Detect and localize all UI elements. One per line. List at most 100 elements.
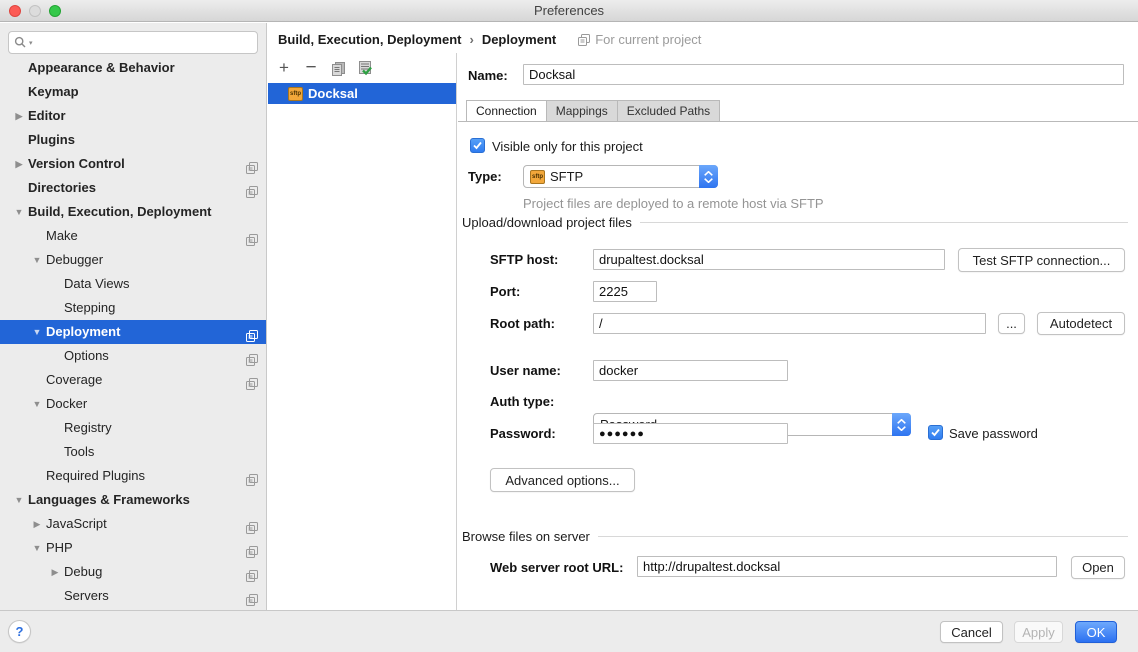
password-label: Password: (490, 426, 556, 441)
server-item-label: Docksal (308, 86, 358, 101)
sidebar-item-label: Deployment (46, 324, 120, 339)
server-list-item-docksal[interactable]: sftp Docksal (268, 83, 456, 104)
sidebar-item-deployment[interactable]: ▼Deployment (0, 320, 266, 344)
sidebar-item-stepping[interactable]: Stepping (0, 296, 266, 320)
sidebar-item-options[interactable]: Options (0, 344, 266, 368)
root-path-input[interactable] (593, 313, 986, 334)
sftp-host-input[interactable] (593, 249, 945, 270)
use-as-default-icon[interactable] (356, 59, 374, 77)
scope-label: For current project (595, 32, 701, 47)
preferences-window: Preferences ▾ Appearance & Behavior Keyma… (0, 0, 1138, 652)
tree-collapse-icon[interactable]: ▼ (10, 200, 28, 224)
tree-expand-icon[interactable]: ▶ (28, 512, 46, 536)
breadcrumb: Build, Execution, Deployment › Deploymen… (278, 32, 701, 47)
sidebar-item-version-control[interactable]: ▶Version Control (0, 152, 266, 176)
settings-tree: Appearance & Behavior Keymap ▶Editor Plugin… (0, 56, 266, 610)
sidebar-item-label: Debugger (46, 252, 103, 267)
apply-button[interactable]: Apply (1014, 621, 1063, 643)
port-label: Port: (490, 284, 520, 299)
sidebar-item-build-execution-deployment[interactable]: ▼Build, Execution, Deployment (0, 200, 266, 224)
web-root-input[interactable] (637, 556, 1057, 577)
sidebar-item-label: Data Views (64, 276, 130, 291)
copy-server-icon[interactable] (329, 59, 347, 77)
auth-type-label: Auth type: (490, 394, 554, 409)
sidebar-item-keymap[interactable]: Keymap (0, 80, 266, 104)
type-help-text: Project files are deployed to a remote h… (523, 196, 824, 211)
sidebar-item-data-views[interactable]: Data Views (0, 272, 266, 296)
tree-collapse-icon[interactable]: ▼ (28, 536, 46, 560)
autodetect-button[interactable]: Autodetect (1037, 312, 1125, 335)
sidebar-item-languages-frameworks[interactable]: ▼Languages & Frameworks (0, 488, 266, 512)
breadcrumb-category[interactable]: Build, Execution, Deployment (278, 32, 461, 47)
sidebar-item-debugger[interactable]: ▼Debugger (0, 248, 266, 272)
sidebar-item-editor[interactable]: ▶Editor (0, 104, 266, 128)
sidebar-item-label: Tools (64, 444, 94, 459)
open-url-button[interactable]: Open (1071, 556, 1125, 579)
visible-only-checkbox[interactable] (470, 138, 485, 153)
password-input[interactable] (593, 423, 788, 444)
user-name-input[interactable] (593, 360, 788, 381)
sidebar-item-servers[interactable]: Servers (0, 584, 266, 608)
remove-server-icon[interactable]: − (302, 59, 320, 77)
breadcrumb-separator: › (467, 32, 475, 47)
sidebar-item-directories[interactable]: Directories (0, 176, 266, 200)
visible-only-label: Visible only for this project (492, 139, 643, 154)
sidebar-item-required-plugins[interactable]: Required Plugins (0, 464, 266, 488)
sidebar-item-label: Languages & Frameworks (28, 492, 190, 507)
browse-root-path-button[interactable]: ... (998, 313, 1025, 334)
tree-expand-icon[interactable]: ▶ (46, 560, 64, 584)
web-root-label: Web server root URL: (490, 560, 623, 575)
tree-collapse-icon[interactable]: ▼ (10, 488, 28, 512)
tree-expand-icon[interactable]: ▶ (10, 152, 28, 176)
sidebar-item-make[interactable]: Make (0, 224, 266, 248)
sidebar-item-docker[interactable]: ▼Docker (0, 392, 266, 416)
test-sftp-connection-button[interactable]: Test SFTP connection... (958, 248, 1125, 272)
name-input[interactable] (523, 64, 1124, 85)
sidebar-item-plugins[interactable]: Plugins (0, 128, 266, 152)
tree-collapse-icon[interactable]: ▼ (28, 320, 46, 344)
name-label: Name: (468, 68, 508, 83)
dropdown-stepper-icon (892, 413, 911, 436)
sidebar-item-label: Plugins (28, 132, 75, 147)
cancel-button[interactable]: Cancel (940, 621, 1003, 643)
help-button[interactable]: ? (8, 620, 31, 643)
sftp-file-icon: sftp (288, 87, 303, 101)
window-title: Preferences (0, 3, 1138, 18)
advanced-options-button[interactable]: Advanced options... (490, 468, 635, 492)
type-select[interactable]: sftp SFTP (523, 165, 718, 188)
project-scope-icon (578, 34, 590, 46)
sidebar-item-registry[interactable]: Registry (0, 416, 266, 440)
connection-form: Name: ConnectionMappingsExcluded Paths V… (458, 53, 1138, 610)
sidebar-item-label: Debug (64, 564, 102, 579)
tab-connection[interactable]: Connection (466, 100, 547, 122)
sftp-host-label: SFTP host: (490, 252, 558, 267)
save-password-label: Save password (949, 426, 1038, 441)
save-password-checkbox[interactable] (928, 425, 943, 440)
footer-bar: ? Cancel Apply OK (0, 610, 1138, 652)
search-filter-chevron-icon[interactable]: ▾ (29, 39, 33, 47)
type-label: Type: (468, 169, 502, 184)
dropdown-stepper-icon (699, 165, 718, 188)
section-browse: Browse files on server (462, 529, 1128, 544)
sidebar-item-tools[interactable]: Tools (0, 440, 266, 464)
add-server-icon[interactable]: + (275, 59, 293, 77)
tree-collapse-icon[interactable]: ▼ (28, 248, 46, 272)
tree-collapse-icon[interactable]: ▼ (28, 392, 46, 416)
tab-mappings[interactable]: Mappings (547, 100, 618, 122)
sidebar-item-appearance-behavior[interactable]: Appearance & Behavior (0, 56, 266, 80)
ok-button[interactable]: OK (1075, 621, 1117, 643)
sidebar-item-label: Keymap (28, 84, 79, 99)
tab-excluded-paths[interactable]: Excluded Paths (618, 100, 720, 122)
sidebar-item-label: PHP (46, 540, 73, 555)
project-scope-icon (246, 590, 258, 610)
tree-expand-icon[interactable]: ▶ (10, 104, 28, 128)
root-path-label: Root path: (490, 316, 555, 331)
breadcrumb-page: Deployment (482, 32, 556, 47)
settings-search-input[interactable]: ▾ (8, 31, 258, 54)
sidebar-item-php[interactable]: ▼PHP (0, 536, 266, 560)
sidebar-item-coverage[interactable]: Coverage (0, 368, 266, 392)
sidebar-item-debug[interactable]: ▶Debug (0, 560, 266, 584)
port-input[interactable] (593, 281, 657, 302)
tab-bar: ConnectionMappingsExcluded Paths (466, 100, 720, 122)
sidebar-item-javascript[interactable]: ▶JavaScript (0, 512, 266, 536)
